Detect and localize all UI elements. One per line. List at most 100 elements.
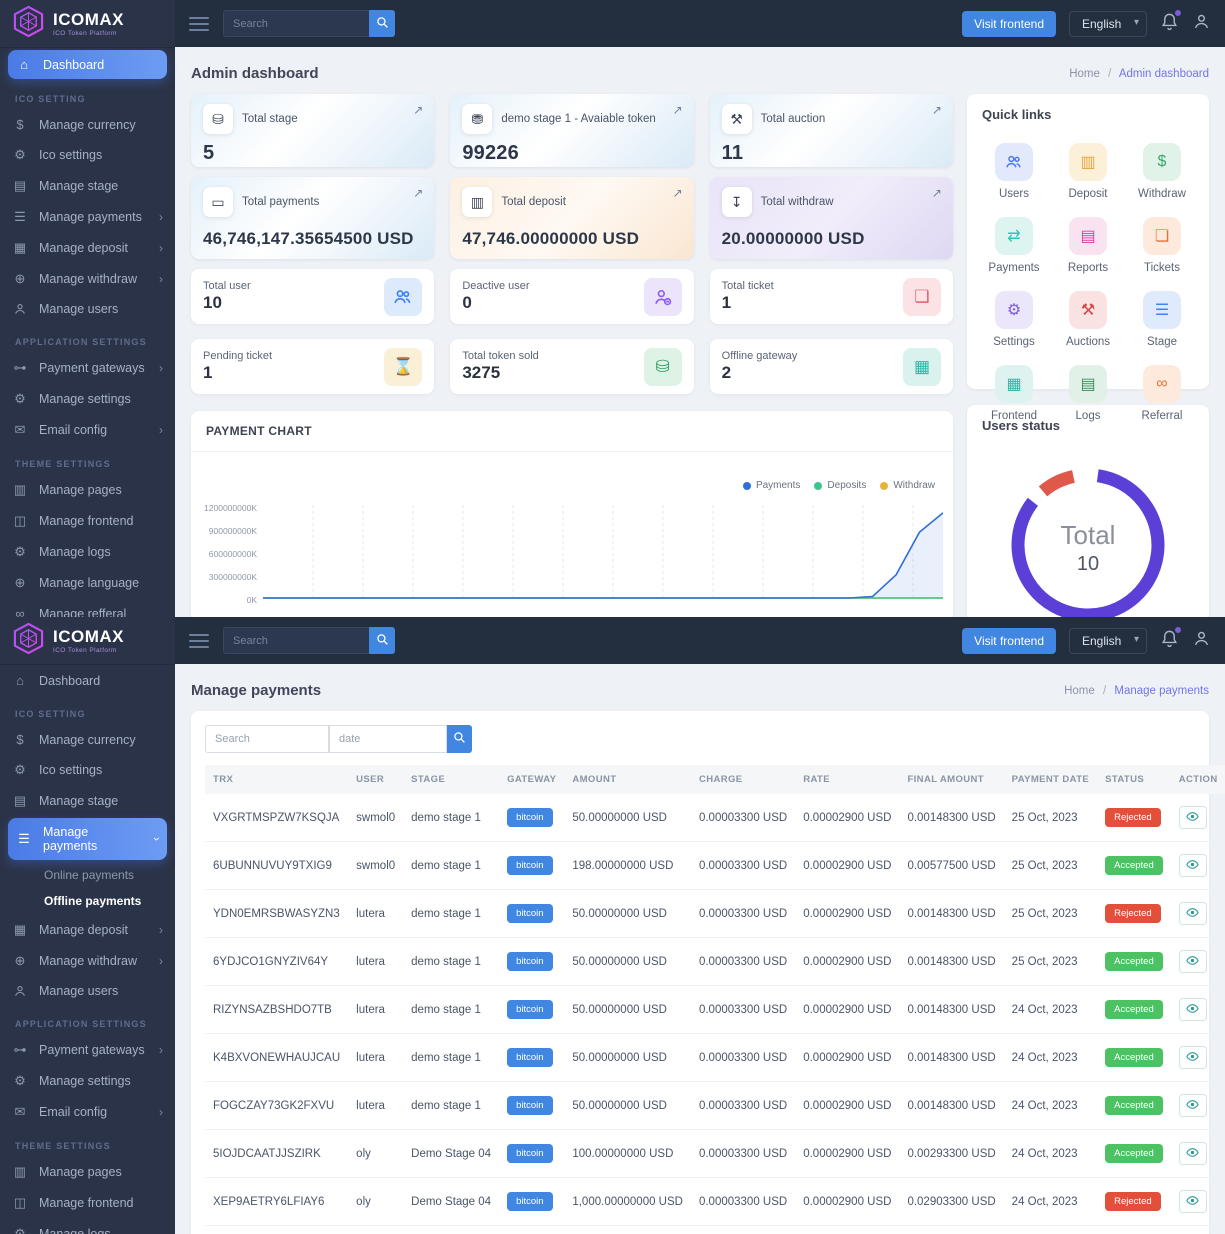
quick-link-auctions[interactable]: ⚒Auctions <box>1051 291 1125 348</box>
language-select[interactable]: English <box>1069 11 1147 37</box>
open-link-arrow-icon[interactable]: ↗ <box>673 103 683 117</box>
breadcrumb-home-link[interactable]: Home <box>1064 685 1095 697</box>
sidebar-item-payment-gateways[interactable]: ⊶Payment gateways› <box>0 353 175 383</box>
search-icon <box>376 633 389 649</box>
summary-card-total-withdraw: ↧Total withdraw↗20.00000000 USD <box>710 177 953 259</box>
sidebar-item-manage-pages[interactable]: ▥Manage pages <box>0 475 175 505</box>
key-icon: ⊶ <box>12 1042 28 1058</box>
view-payment-button[interactable] <box>1179 1190 1207 1213</box>
wallet-icon: ▥ <box>1069 143 1107 181</box>
view-payment-button[interactable] <box>1179 998 1207 1021</box>
sidebar-item-manage-currency[interactable]: $Manage currency <box>0 110 175 139</box>
breadcrumb-home-link[interactable]: Home <box>1069 68 1100 80</box>
profile-button[interactable] <box>1192 629 1211 653</box>
table-date-input[interactable] <box>329 725 447 753</box>
sidebar-item-label: Manage settings <box>39 1074 131 1088</box>
gear-icon: ⚙ <box>12 1226 28 1234</box>
quick-link-stage[interactable]: ☰Stage <box>1125 291 1199 348</box>
table-search-input[interactable] <box>205 725 329 753</box>
legend-item-withdraw[interactable]: Withdraw <box>880 480 935 491</box>
sidebar-item-manage-settings[interactable]: ⚙Manage settings <box>0 1066 175 1096</box>
stat-card-offline-gateway: Offline gateway2▦ <box>710 339 953 394</box>
sidebar-item-manage-language[interactable]: ⊕Manage language <box>0 568 175 598</box>
sidebar-item-ico-settings[interactable]: ⚙Ico settings <box>0 140 175 170</box>
quick-link-logs[interactable]: ▤Logs <box>1051 365 1125 422</box>
legend-item-payments[interactable]: Payments <box>743 480 800 491</box>
sidebar-item-manage-deposit[interactable]: ▦Manage deposit› <box>0 915 175 945</box>
sidebar-item-manage-frontend[interactable]: ◫Manage frontend <box>0 506 175 536</box>
sidebar-item-label: Manage payments <box>43 825 144 853</box>
visit-frontend-button[interactable]: Visit frontend <box>962 628 1056 654</box>
quick-link-settings[interactable]: ⚙Settings <box>977 291 1051 348</box>
open-link-arrow-icon[interactable]: ↗ <box>932 103 942 117</box>
open-link-arrow-icon[interactable]: ↗ <box>413 186 423 200</box>
quick-link-users[interactable]: Users <box>977 143 1051 200</box>
card-label: Total stage <box>242 113 298 125</box>
sidebar-subitem-online-payments[interactable]: Online payments <box>0 862 175 888</box>
brand-logo[interactable]: ICOMAX ICO Token Platform <box>0 617 175 665</box>
sidebar-item-manage-refferal[interactable]: ∞Manage refferal <box>0 599 175 617</box>
view-payment-button[interactable] <box>1179 1142 1207 1165</box>
quick-link-reports[interactable]: ▤Reports <box>1051 217 1125 274</box>
notifications-button[interactable] <box>1160 12 1179 36</box>
sidebar-subitem-offline-payments[interactable]: Offline payments <box>0 888 175 914</box>
sidebar-item-dashboard[interactable]: ⌂Dashboard <box>0 666 175 695</box>
sidebar-item-email-config[interactable]: ✉Email config› <box>0 1097 175 1127</box>
sidebar-item-manage-logs[interactable]: ⚙Manage logs <box>0 537 175 567</box>
sidebar-item-manage-withdraw[interactable]: ⊕Manage withdraw› <box>0 264 175 294</box>
brand-logo[interactable]: ICOMAX ICO Token Platform <box>0 0 175 48</box>
visit-frontend-button[interactable]: Visit frontend <box>962 11 1056 37</box>
quick-link-frontend[interactable]: ▦Frontend <box>977 365 1051 422</box>
quick-link-payments[interactable]: ⇄Payments <box>977 217 1051 274</box>
menu-toggle-icon[interactable] <box>189 630 209 652</box>
quick-link-tickets[interactable]: ❏Tickets <box>1125 217 1199 274</box>
card-label: Total withdraw <box>761 196 834 208</box>
sidebar-item-manage-pages[interactable]: ▥Manage pages <box>0 1157 175 1187</box>
topbar-search-input[interactable] <box>223 10 369 37</box>
quick-link-referral[interactable]: ∞Referral <box>1125 365 1199 422</box>
sidebar-item-email-config[interactable]: ✉Email config› <box>0 415 175 445</box>
person-icon <box>1192 12 1211 36</box>
sidebar-item-manage-logs[interactable]: ⚙Manage logs <box>0 1219 175 1234</box>
profile-button[interactable] <box>1192 12 1211 36</box>
open-link-arrow-icon[interactable]: ↗ <box>413 103 423 117</box>
view-payment-button[interactable] <box>1179 854 1207 877</box>
view-payment-button[interactable] <box>1179 950 1207 973</box>
table-row: RIZYNSAZBSHDO7TBluterademo stage 1bitcoi… <box>205 986 1225 1034</box>
topbar-search-button[interactable] <box>369 10 395 37</box>
open-link-arrow-icon[interactable]: ↗ <box>673 186 683 200</box>
sidebar-item-manage-deposit[interactable]: ▦Manage deposit› <box>0 233 175 263</box>
sidebar-item-dashboard[interactable]: ⌂Dashboard <box>8 50 167 79</box>
sidebar-item-manage-payments[interactable]: ☰Manage payments› <box>8 818 167 860</box>
language-select[interactable]: English <box>1069 628 1147 654</box>
open-link-arrow-icon[interactable]: ↗ <box>932 186 942 200</box>
sidebar-item-ico-settings[interactable]: ⚙Ico settings <box>0 755 175 785</box>
notifications-button[interactable] <box>1160 629 1179 653</box>
sidebar-item-manage-users[interactable]: Manage users <box>0 295 175 323</box>
view-payment-button[interactable] <box>1179 806 1207 829</box>
sidebar-item-payment-gateways[interactable]: ⊶Payment gateways› <box>0 1035 175 1065</box>
view-payment-button[interactable] <box>1179 1046 1207 1069</box>
legend-item-deposits[interactable]: Deposits <box>814 480 866 491</box>
sidebar-item-manage-stage[interactable]: ▤Manage stage <box>0 171 175 201</box>
topbar-search-button[interactable] <box>369 627 395 654</box>
sidebar-item-manage-users[interactable]: Manage users <box>0 977 175 1005</box>
quick-link-withdraw[interactable]: $Withdraw <box>1125 143 1199 200</box>
column-header-final-amount: FINAL AMOUNT <box>899 765 1003 794</box>
menu-toggle-icon[interactable] <box>189 13 209 35</box>
sidebar-item-manage-currency[interactable]: $Manage currency <box>0 725 175 754</box>
view-payment-button[interactable] <box>1179 902 1207 925</box>
column-header-amount: AMOUNT <box>564 765 691 794</box>
topbar-search-input[interactable] <box>223 627 369 654</box>
status-badge: Accepted <box>1105 1048 1163 1067</box>
sidebar-item-label: Ico settings <box>39 763 102 777</box>
stat-cards-row1: Total user10Deactive user0Total ticket1❏ <box>191 269 953 324</box>
sidebar-item-manage-settings[interactable]: ⚙Manage settings <box>0 384 175 414</box>
sidebar-item-manage-payments[interactable]: ☰Manage payments› <box>0 202 175 232</box>
view-payment-button[interactable] <box>1179 1094 1207 1117</box>
sidebar-item-manage-stage[interactable]: ▤Manage stage <box>0 786 175 816</box>
sidebar-item-manage-withdraw[interactable]: ⊕Manage withdraw› <box>0 946 175 976</box>
table-search-button[interactable] <box>447 725 472 753</box>
quick-link-deposit[interactable]: ▥Deposit <box>1051 143 1125 200</box>
sidebar-item-manage-frontend[interactable]: ◫Manage frontend <box>0 1188 175 1218</box>
